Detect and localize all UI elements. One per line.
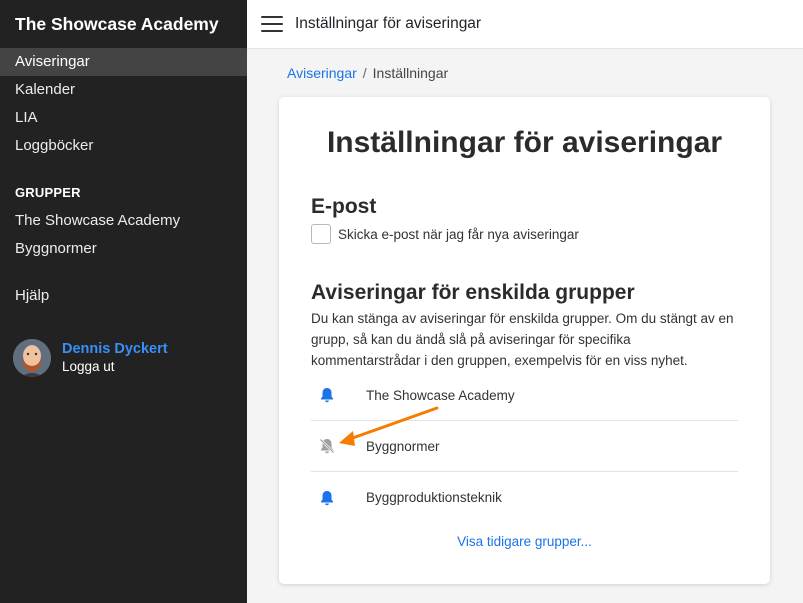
brand-link[interactable]: The Showcase Academy (0, 0, 247, 48)
groups-description: Du kan stänga av aviseringar för enskild… (311, 311, 734, 368)
show-earlier-groups-link[interactable]: Visa tidigare grupper... (279, 534, 770, 549)
avatar[interactable] (13, 339, 51, 377)
email-checkbox[interactable] (311, 224, 331, 244)
group-name: Byggproduktionsteknik (366, 490, 502, 505)
email-checkbox-label[interactable]: Skicka e-post när jag får nya aviseringa… (338, 227, 579, 242)
bell-icon[interactable] (318, 489, 336, 507)
sidebar-item-group-byggnormer[interactable]: Byggnormer (0, 235, 247, 263)
group-name: The Showcase Academy (366, 387, 515, 403)
breadcrumb-parent-link[interactable]: Aviseringar (287, 65, 357, 81)
breadcrumb-current: Inställningar (372, 65, 449, 81)
top-bar: Inställningar för aviseringar (247, 0, 803, 49)
sidebar: The Showcase Academy Aviseringar Kalende… (0, 0, 247, 603)
topbar-title: Inställningar för aviseringar (295, 15, 482, 32)
list-item: Byggproduktionsteknik (311, 472, 738, 523)
groups-heading: Aviseringar för enskilda grupper (311, 281, 635, 304)
email-heading: E-post (311, 195, 377, 218)
user-name-link[interactable]: Dennis Dyckert (62, 340, 168, 358)
page-title: Inställningar för aviseringar (326, 126, 723, 159)
menu-icon[interactable] (261, 16, 283, 32)
user-text: Dennis Dyckert Logga ut (62, 340, 168, 376)
breadcrumb: Aviseringar / Inställningar (287, 65, 448, 81)
email-option: Skicka e-post när jag får nya aviseringa… (311, 224, 579, 244)
settings-card: Inställningar för aviseringar E-post Ski… (279, 97, 770, 584)
avatar-image (13, 339, 51, 377)
sidebar-groups-heading: GRUPPER (15, 185, 81, 200)
arrow-annotation-icon (339, 406, 439, 446)
logout-link[interactable]: Logga ut (62, 358, 168, 376)
sidebar-item-lia[interactable]: LIA (0, 104, 247, 132)
sidebar-item-help[interactable]: Hjälp (0, 282, 247, 310)
sidebar-item-loggbocker[interactable]: Loggböcker (0, 132, 247, 160)
sidebar-item-group-showcase[interactable]: The Showcase Academy (0, 207, 247, 235)
sidebar-item-aviseringar[interactable]: Aviseringar (0, 48, 247, 76)
user-block: Dennis Dyckert Logga ut (13, 339, 168, 377)
bell-icon[interactable] (318, 386, 336, 404)
breadcrumb-separator: / (362, 65, 367, 81)
sidebar-item-kalender[interactable]: Kalender (0, 76, 247, 104)
